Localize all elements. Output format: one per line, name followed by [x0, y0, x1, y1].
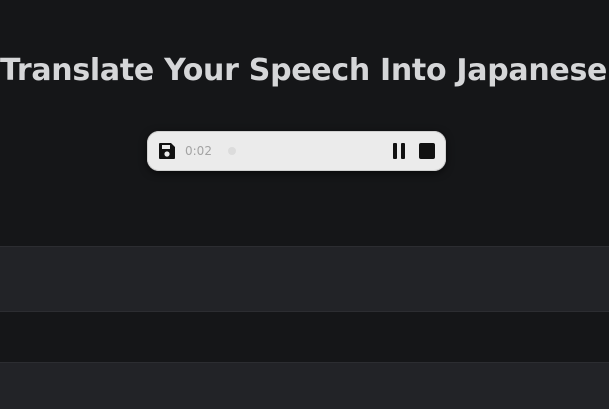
recording-indicator-icon — [228, 147, 236, 155]
pause-icon-bar-left — [393, 143, 397, 159]
page: Translate Your Speech Into Japanese 0:02 — [0, 0, 609, 409]
pause-recording-button[interactable] — [392, 143, 408, 160]
floppy-disk-icon — [159, 143, 175, 159]
audio-recorder: 0:02 — [147, 131, 446, 171]
recording-timer: 0:02 — [185, 144, 212, 158]
content-band — [0, 246, 609, 312]
page-title: Translate Your Speech Into Japanese — [0, 53, 608, 88]
save-recording-button[interactable] — [158, 142, 176, 160]
stop-recording-button[interactable] — [419, 143, 435, 159]
content-band — [0, 362, 609, 409]
pause-icon-bar-right — [401, 143, 405, 159]
